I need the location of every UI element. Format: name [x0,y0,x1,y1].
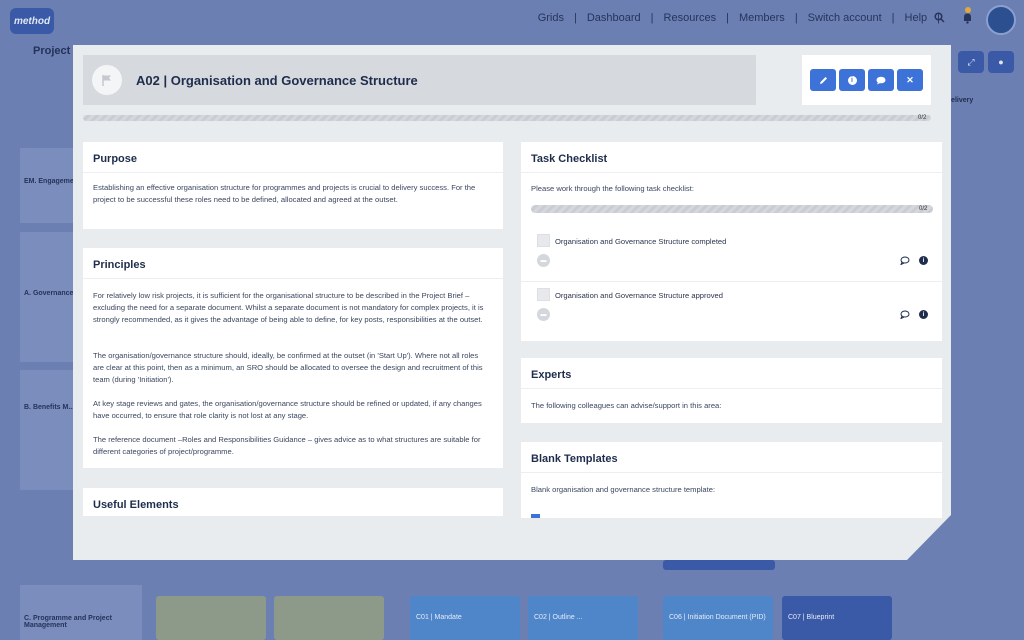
flag-icon [92,65,122,95]
task-checkbox[interactable] [537,234,550,247]
principles-heading: Principles [93,259,146,271]
nav-resources[interactable]: Resources [654,12,727,24]
useful-elements-card: Useful Elements [83,488,503,516]
nav-grids[interactable]: Grids [528,12,574,24]
experts-heading: Experts [531,369,572,381]
info-button[interactable]: i [839,69,865,91]
grid-row-c[interactable]: C. Programme and Project Management [20,585,142,640]
task-row: Organisation and Governance Structure ap… [521,281,942,333]
task-checklist-intro: Please work through the following task c… [531,184,694,193]
principles-card: Principles For relatively low risk proje… [83,248,503,468]
nav-switch-account[interactable]: Switch account [798,12,892,24]
task-progress-bar [531,205,933,213]
purpose-heading: Purpose [93,153,138,165]
top-bar: method Grids | Dashboard | Resources | Memb… [0,0,1024,40]
modal-title: A02 | Organisation and Governance Struct… [136,72,418,88]
modal-progress-bar [83,115,931,121]
useful-elements-heading: Useful Elements [93,499,179,511]
grid-tile[interactable]: C01 | Mandate [410,596,520,640]
principles-paragraph-2: The organisation/governance structure sh… [93,351,483,384]
card-divider [521,172,942,173]
experts-text: The following colleagues can advise/supp… [531,401,722,410]
task-modal: A02 | Organisation and Governance Struct… [73,45,951,560]
card-divider [83,278,503,279]
comment-button[interactable] [868,69,894,91]
comment-icon[interactable] [900,256,910,267]
assignee-avatar-icon[interactable]: ▬ [537,254,550,267]
task-checklist-card: Task Checklist Please work through the f… [521,142,942,341]
info-icon[interactable]: i [919,310,928,319]
task-progress-label: 0/2 [919,206,928,212]
project-title: Project [33,45,71,57]
info-icon[interactable]: i [919,256,928,265]
assignee-avatar-icon[interactable]: ▬ [537,308,550,321]
close-icon: ✕ [906,74,914,85]
principles-paragraph-1: For relatively low risk projects, it is … [93,291,484,324]
chat-icon[interactable]: ● [988,51,1014,73]
nav-members[interactable]: Members [729,12,795,24]
blank-templates-text: Blank organisation and governance struct… [531,485,716,494]
card-divider [521,472,942,473]
task-checklist-heading: Task Checklist [531,153,608,165]
grid-tile[interactable] [274,596,384,640]
nav-help[interactable]: Help [895,12,938,24]
purpose-text: Establishing an effective organisation s… [93,183,476,204]
top-nav: Grids | Dashboard | Resources | Members | Sw… [528,12,940,24]
task-label: Organisation and Governance Structure ap… [555,291,724,300]
card-divider [521,388,942,389]
info-icon: i [847,75,857,85]
blank-templates-heading: Blank Templates [531,453,618,465]
principles-paragraph-3: At key stage reviews and gates, the orga… [93,399,482,420]
grid-tile[interactable]: C07 | Blueprint [782,596,892,640]
grid-tile[interactable] [156,596,266,640]
grid-tile[interactable]: C02 | Outline ... [528,596,638,640]
grid-tile[interactable]: C06 | Initiation Document (PID) [663,596,773,640]
edit-button[interactable] [810,69,836,91]
task-label: Organisation and Governance Structure co… [555,237,727,246]
blank-templates-card: Blank Templates Blank organisation and g… [521,442,942,518]
notification-dot [965,7,971,13]
modal-progress-label: 0/2 [918,115,927,121]
principles-paragraph-4: The reference document –Roles and Respon… [93,435,481,456]
bell-icon[interactable] [962,12,973,27]
modal-header: A02 | Organisation and Governance Struct… [83,55,756,105]
expand-icon[interactable]: ⤢ [958,51,984,73]
search-icon[interactable] [934,12,945,26]
progress-bar [663,560,775,570]
experts-card: Experts The following colleagues can adv… [521,358,942,423]
purpose-card: Purpose Establishing an effective organi… [83,142,503,229]
modal-actions: i ✕ [802,55,931,105]
task-row: Organisation and Governance Structure co… [521,228,942,280]
user-avatar[interactable] [986,5,1016,35]
template-file-icon[interactable] [531,514,540,518]
nav-dashboard[interactable]: Dashboard [577,12,651,24]
task-checkbox[interactable] [537,288,550,301]
method-logo[interactable]: method [10,8,54,34]
card-divider [83,172,503,173]
comment-icon[interactable] [900,310,910,321]
close-button[interactable]: ✕ [897,69,923,91]
